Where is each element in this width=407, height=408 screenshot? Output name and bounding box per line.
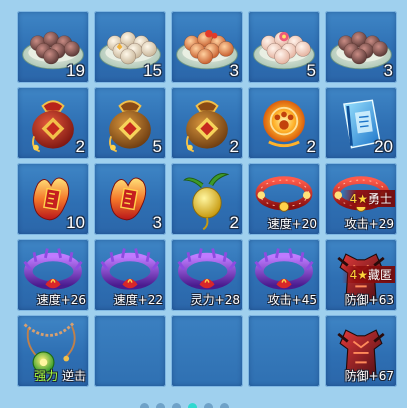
item-stat: 速度+22 [114,291,163,308]
rarity-ribbon: 4★藏匿 [341,266,395,283]
inventory-slot[interactable]: 3 [94,163,166,235]
inventory-slot[interactable]: 速度+26 [17,239,89,311]
inventory-slot[interactable]: 10 [17,163,89,235]
item-stat: 灵力+28 [191,291,240,308]
item-count: 3 [152,213,162,232]
inventory-slot[interactable]: 速度+20 [248,163,320,235]
inventory-slot[interactable]: 5 [94,87,166,159]
item-stat-value: 攻击+29 [344,217,394,231]
item-stat-value: 速度+22 [113,293,163,307]
item-stat: 速度+26 [37,291,86,308]
inventory-slot[interactable]: 2 [248,87,320,159]
item-count: 2 [229,137,239,156]
page-dot[interactable] [220,403,229,408]
item-stat-value: 灵力+28 [190,293,240,307]
item-count: 5 [152,137,162,156]
item-count: 2 [229,213,239,232]
item-stat: 防御+63 [345,291,394,308]
inventory-slot[interactable]: 2 [171,163,243,235]
inventory-slot[interactable]: 2 [171,87,243,159]
item-stat: 攻击+45 [268,291,317,308]
page-dot[interactable] [156,403,165,408]
rarity-ribbon: 4★勇士 [341,190,395,207]
item-count: 20 [374,137,393,156]
item-stat: 速度+20 [268,215,317,232]
inventory-slot[interactable]: 攻击+45 [248,239,320,311]
item-stat-value: 防御+63 [344,293,394,307]
page-dot[interactable] [140,403,149,408]
item-count: 3 [229,61,239,80]
item-count: 2 [306,137,316,156]
inventory-slot[interactable]: 4★藏匿防御+63 [325,239,397,311]
ribbon-label: 勇士 [367,192,392,206]
inventory-grid: 19 15 3 5 3 2 5 2 2 20 10 3 2 速度+20 4★勇士… [17,11,402,401]
inventory-slot[interactable]: 3 [325,11,397,83]
empty-inventory-slot[interactable] [248,315,320,387]
item-count: 5 [306,61,316,80]
item-stat: 强力 逆击 [34,367,86,384]
item-count: 10 [66,213,85,232]
page-dot[interactable] [172,403,181,408]
item-stat-value: 防御+67 [344,369,394,383]
ribbon-label: 藏匿 [367,268,392,282]
item-stat: 攻击+29 [345,215,394,232]
inventory-slot[interactable]: 防御+67 [325,315,397,387]
inventory-slot[interactable]: 速度+22 [94,239,166,311]
page-dot[interactable] [204,403,213,408]
inventory-slot[interactable]: 5 [248,11,320,83]
item-stat-value: 攻击+45 [267,293,317,307]
item-stat-value: 逆击 [61,369,86,383]
item-stat-value: 速度+20 [267,217,317,231]
inventory-slot[interactable]: 3 [171,11,243,83]
item-stat-value: 速度+26 [36,293,86,307]
inventory-slot[interactable]: 灵力+28 [171,239,243,311]
item-count: 19 [66,61,85,80]
inventory-slot[interactable]: 19 [17,11,89,83]
page-dot[interactable] [188,403,197,408]
inventory-slot[interactable]: 强力 逆击 [17,315,89,387]
item-count: 3 [383,61,393,80]
inventory-slot[interactable]: 4★勇士攻击+29 [325,163,397,235]
item-count: 15 [143,61,162,80]
star-level: 4★ [349,268,368,282]
item-stat-prefix: 强力 [34,369,59,383]
empty-inventory-slot[interactable] [171,315,243,387]
inventory-slot[interactable]: 15 [94,11,166,83]
star-level: 4★ [349,192,368,206]
empty-inventory-slot[interactable] [94,315,166,387]
inventory-slot[interactable]: 2 [17,87,89,159]
item-count: 2 [75,137,85,156]
item-stat: 防御+67 [345,367,394,384]
inventory-slot[interactable]: 20 [325,87,397,159]
